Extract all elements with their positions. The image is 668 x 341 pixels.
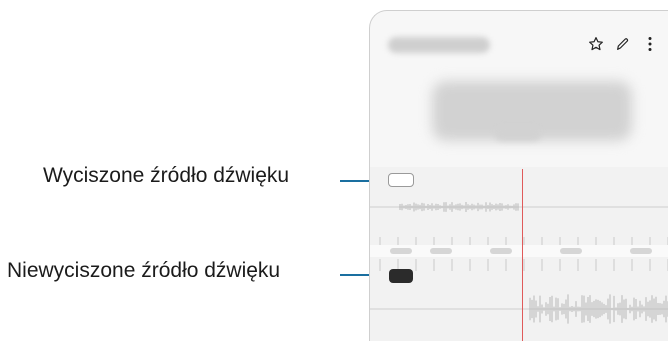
- ruler-time-label: [630, 248, 652, 254]
- playhead[interactable]: [522, 169, 523, 341]
- unmuted-source-label: Niewyciszone źródło dźwięku: [7, 259, 281, 282]
- ruler-time-label: [490, 248, 512, 254]
- toolbar: [587, 35, 659, 53]
- star-icon[interactable]: [587, 35, 605, 53]
- timeline-ruler: [370, 237, 668, 271]
- muted-source-label: Wyciszone źródło dźwięku: [43, 164, 290, 187]
- elapsed-time-subtext: [495, 127, 541, 141]
- ruler-time-label: [560, 248, 582, 254]
- unmuted-track-waveform: [370, 294, 668, 324]
- recording-screen: [369, 10, 668, 341]
- more-icon[interactable]: [641, 35, 659, 53]
- edit-icon[interactable]: [614, 35, 632, 53]
- ruler-time-label: [390, 248, 412, 254]
- muted-track-waveform: [370, 202, 668, 212]
- recording-title: [388, 37, 490, 53]
- muted-source-toggle[interactable]: [388, 173, 414, 187]
- ruler-time-label: [430, 248, 452, 254]
- unmuted-source-toggle[interactable]: [389, 269, 413, 283]
